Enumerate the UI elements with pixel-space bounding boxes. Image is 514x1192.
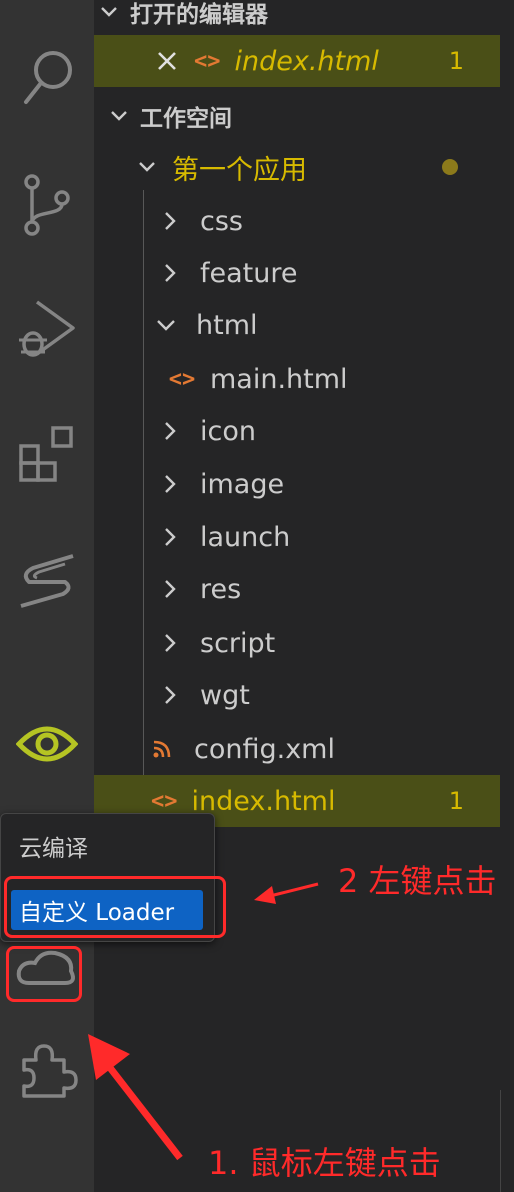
annotation-step1: 1. 鼠标左键点击 [208, 1144, 441, 1182]
annotation-arrows [88, 882, 319, 1161]
annotation-step2: 2 左键点击 [338, 862, 497, 900]
arrow-step2-head [254, 886, 276, 904]
arrow-step1-line [101, 1057, 183, 1161]
arrow-step1-head [88, 1034, 130, 1080]
arrow-step2-line [269, 882, 319, 898]
